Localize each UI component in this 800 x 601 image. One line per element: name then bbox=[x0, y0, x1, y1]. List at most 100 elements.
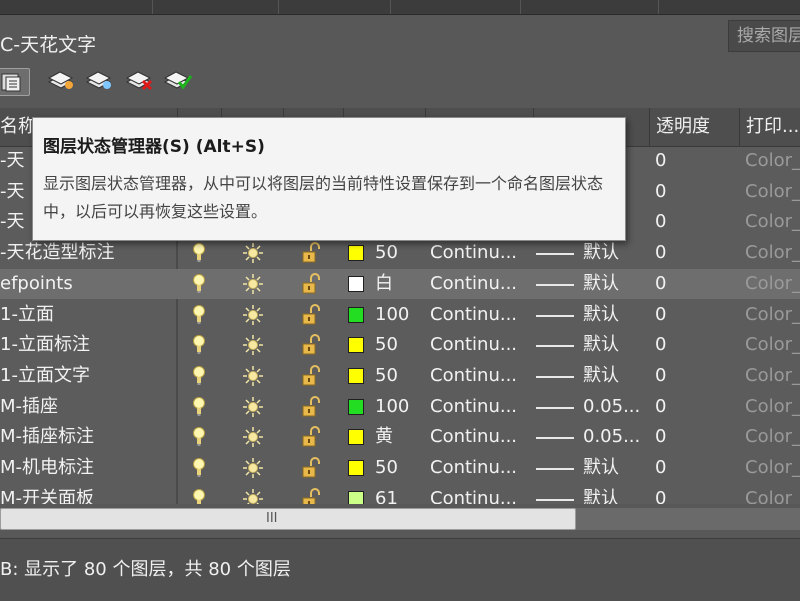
layer-linetype[interactable]: Continu... bbox=[430, 238, 526, 269]
layer-name[interactable]: M-开关面板 bbox=[0, 484, 176, 504]
layer-lineweight[interactable]: 默认 bbox=[583, 300, 643, 331]
layer-lock-toggle[interactable] bbox=[300, 300, 328, 331]
layer-transparency[interactable]: 0 bbox=[655, 330, 705, 361]
layer-linetype[interactable]: Continu... bbox=[430, 269, 526, 300]
layer-on-toggle[interactable] bbox=[192, 453, 212, 484]
horizontal-scrollbar[interactable]: III bbox=[0, 506, 800, 533]
layer-lineweight[interactable]: 默认 bbox=[583, 269, 643, 300]
layer-row[interactable]: M-机电标注 50 Continu... 默认 0 Color_ bbox=[0, 453, 800, 484]
layer-lineweight[interactable]: 默认 bbox=[583, 330, 643, 361]
scrollbar-track[interactable]: III bbox=[0, 508, 800, 530]
layer-row[interactable]: M-开关面板 61 Continu... 默认 0 Color_ bbox=[0, 484, 800, 504]
layer-plot-style[interactable]: Color_ bbox=[745, 177, 800, 208]
layer-lock-toggle[interactable] bbox=[300, 361, 328, 392]
layer-on-toggle[interactable] bbox=[192, 269, 212, 300]
layer-plot-style[interactable]: Color_ bbox=[745, 330, 800, 361]
search-layers-input[interactable]: 搜索图层 bbox=[728, 20, 800, 52]
layer-freeze-toggle[interactable] bbox=[242, 238, 268, 269]
layer-color[interactable]: 100 bbox=[375, 300, 425, 331]
set-current-layer-button[interactable] bbox=[162, 68, 192, 96]
layer-lock-toggle[interactable] bbox=[300, 392, 328, 423]
layer-color-swatch[interactable] bbox=[348, 392, 368, 423]
layer-on-toggle[interactable] bbox=[192, 361, 212, 392]
layer-transparency[interactable]: 0 bbox=[655, 238, 705, 269]
layer-transparency[interactable]: 0 bbox=[655, 392, 705, 423]
layer-plot-style[interactable]: Color_ bbox=[745, 238, 800, 269]
layer-transparency[interactable]: 0 bbox=[655, 453, 705, 484]
layer-on-toggle[interactable] bbox=[192, 300, 212, 331]
layer-color-swatch[interactable] bbox=[348, 422, 368, 453]
layer-color-swatch[interactable] bbox=[348, 269, 368, 300]
layer-freeze-toggle[interactable] bbox=[242, 392, 268, 423]
layer-on-toggle[interactable] bbox=[192, 238, 212, 269]
scrollbar-thumb[interactable]: III bbox=[0, 508, 576, 530]
layer-name[interactable]: M-插座标注 bbox=[0, 422, 176, 453]
layer-color-swatch[interactable] bbox=[348, 238, 368, 269]
layer-row[interactable]: 1-立面文字 50 Continu... 默认 0 Color_ bbox=[0, 361, 800, 392]
layer-color[interactable]: 50 bbox=[375, 330, 425, 361]
layer-freeze-toggle[interactable] bbox=[242, 361, 268, 392]
layer-linetype[interactable]: Continu... bbox=[430, 484, 526, 504]
layer-on-toggle[interactable] bbox=[192, 484, 212, 504]
layer-color[interactable]: 黄 bbox=[375, 422, 425, 453]
layer-lock-toggle[interactable] bbox=[300, 269, 328, 300]
layer-color-swatch[interactable] bbox=[348, 300, 368, 331]
layer-plot-style[interactable]: Color_ bbox=[745, 453, 800, 484]
layer-color-swatch[interactable] bbox=[348, 453, 368, 484]
layer-color-swatch[interactable] bbox=[348, 330, 368, 361]
new-layer-vp-frozen-button[interactable] bbox=[84, 68, 114, 96]
layer-linetype[interactable]: Continu... bbox=[430, 453, 526, 484]
layer-name[interactable]: efpoints bbox=[0, 269, 176, 300]
layer-transparency[interactable]: 0 bbox=[655, 146, 705, 177]
layer-color[interactable]: 100 bbox=[375, 392, 425, 423]
layer-linetype[interactable]: Continu... bbox=[430, 361, 526, 392]
layer-lineweight[interactable]: 默认 bbox=[583, 361, 643, 392]
layer-color-swatch[interactable] bbox=[348, 484, 368, 504]
layer-row[interactable]: M-插座 100 Continu... 0.05... 0 Color_ bbox=[0, 392, 800, 423]
layer-color[interactable]: 50 bbox=[375, 361, 425, 392]
layer-transparency[interactable]: 0 bbox=[655, 361, 705, 392]
layer-plot-style[interactable]: Color_ bbox=[745, 392, 800, 423]
layer-color-swatch[interactable] bbox=[348, 361, 368, 392]
layer-transparency[interactable]: 0 bbox=[655, 269, 705, 300]
layer-linetype[interactable]: Continu... bbox=[430, 330, 526, 361]
layer-row[interactable]: M-插座标注 黄 Continu... 0.05... 0 Color_ bbox=[0, 422, 800, 453]
layer-name[interactable]: 1-立面标注 bbox=[0, 330, 176, 361]
layer-row[interactable]: 1-立面标注 50 Continu... 默认 0 Color_ bbox=[0, 330, 800, 361]
layer-lock-toggle[interactable] bbox=[300, 453, 328, 484]
layer-transparency[interactable]: 0 bbox=[655, 422, 705, 453]
layer-transparency[interactable]: 0 bbox=[655, 207, 705, 238]
layer-state-manager-button[interactable] bbox=[0, 68, 30, 96]
layer-transparency[interactable]: 0 bbox=[655, 177, 705, 208]
layer-lineweight[interactable]: 默认 bbox=[583, 484, 643, 504]
layer-color[interactable]: 白 bbox=[375, 269, 425, 300]
layer-row[interactable]: -天花造型标注 50 Continu... 默认 0 Color_ bbox=[0, 238, 800, 269]
layer-freeze-toggle[interactable] bbox=[242, 484, 268, 504]
layer-name[interactable]: 1-立面 bbox=[0, 300, 176, 331]
layer-row[interactable]: efpoints 白 Continu... 默认 0 Color_ bbox=[0, 268, 800, 300]
layer-row[interactable]: 1-立面 100 Continu... 默认 0 Color_ bbox=[0, 300, 800, 331]
layer-lock-toggle[interactable] bbox=[300, 238, 328, 269]
layer-transparency[interactable]: 0 bbox=[655, 300, 705, 331]
layer-name[interactable]: 1-立面文字 bbox=[0, 361, 176, 392]
layer-linetype[interactable]: Continu... bbox=[430, 392, 526, 423]
layer-color[interactable]: 50 bbox=[375, 453, 425, 484]
layer-plot-style[interactable]: Color_ bbox=[745, 300, 800, 331]
layer-lineweight[interactable]: 默认 bbox=[583, 238, 643, 269]
new-layer-button[interactable] bbox=[46, 68, 76, 96]
layer-plot-style[interactable]: Color_ bbox=[745, 146, 800, 177]
layer-freeze-toggle[interactable] bbox=[242, 269, 268, 300]
layer-on-toggle[interactable] bbox=[192, 422, 212, 453]
layer-freeze-toggle[interactable] bbox=[242, 422, 268, 453]
layer-name[interactable]: M-机电标注 bbox=[0, 453, 176, 484]
column-header-transparency[interactable]: 透明度 bbox=[650, 108, 740, 146]
layer-color[interactable]: 50 bbox=[375, 238, 425, 269]
layer-plot-style[interactable]: Color_ bbox=[745, 422, 800, 453]
layer-freeze-toggle[interactable] bbox=[242, 330, 268, 361]
layer-freeze-toggle[interactable] bbox=[242, 300, 268, 331]
layer-transparency[interactable]: 0 bbox=[655, 484, 705, 504]
layer-lineweight[interactable]: 0.05... bbox=[583, 422, 643, 453]
layer-linetype[interactable]: Continu... bbox=[430, 300, 526, 331]
layer-plot-style[interactable]: Color_ bbox=[745, 484, 800, 504]
layer-freeze-toggle[interactable] bbox=[242, 453, 268, 484]
